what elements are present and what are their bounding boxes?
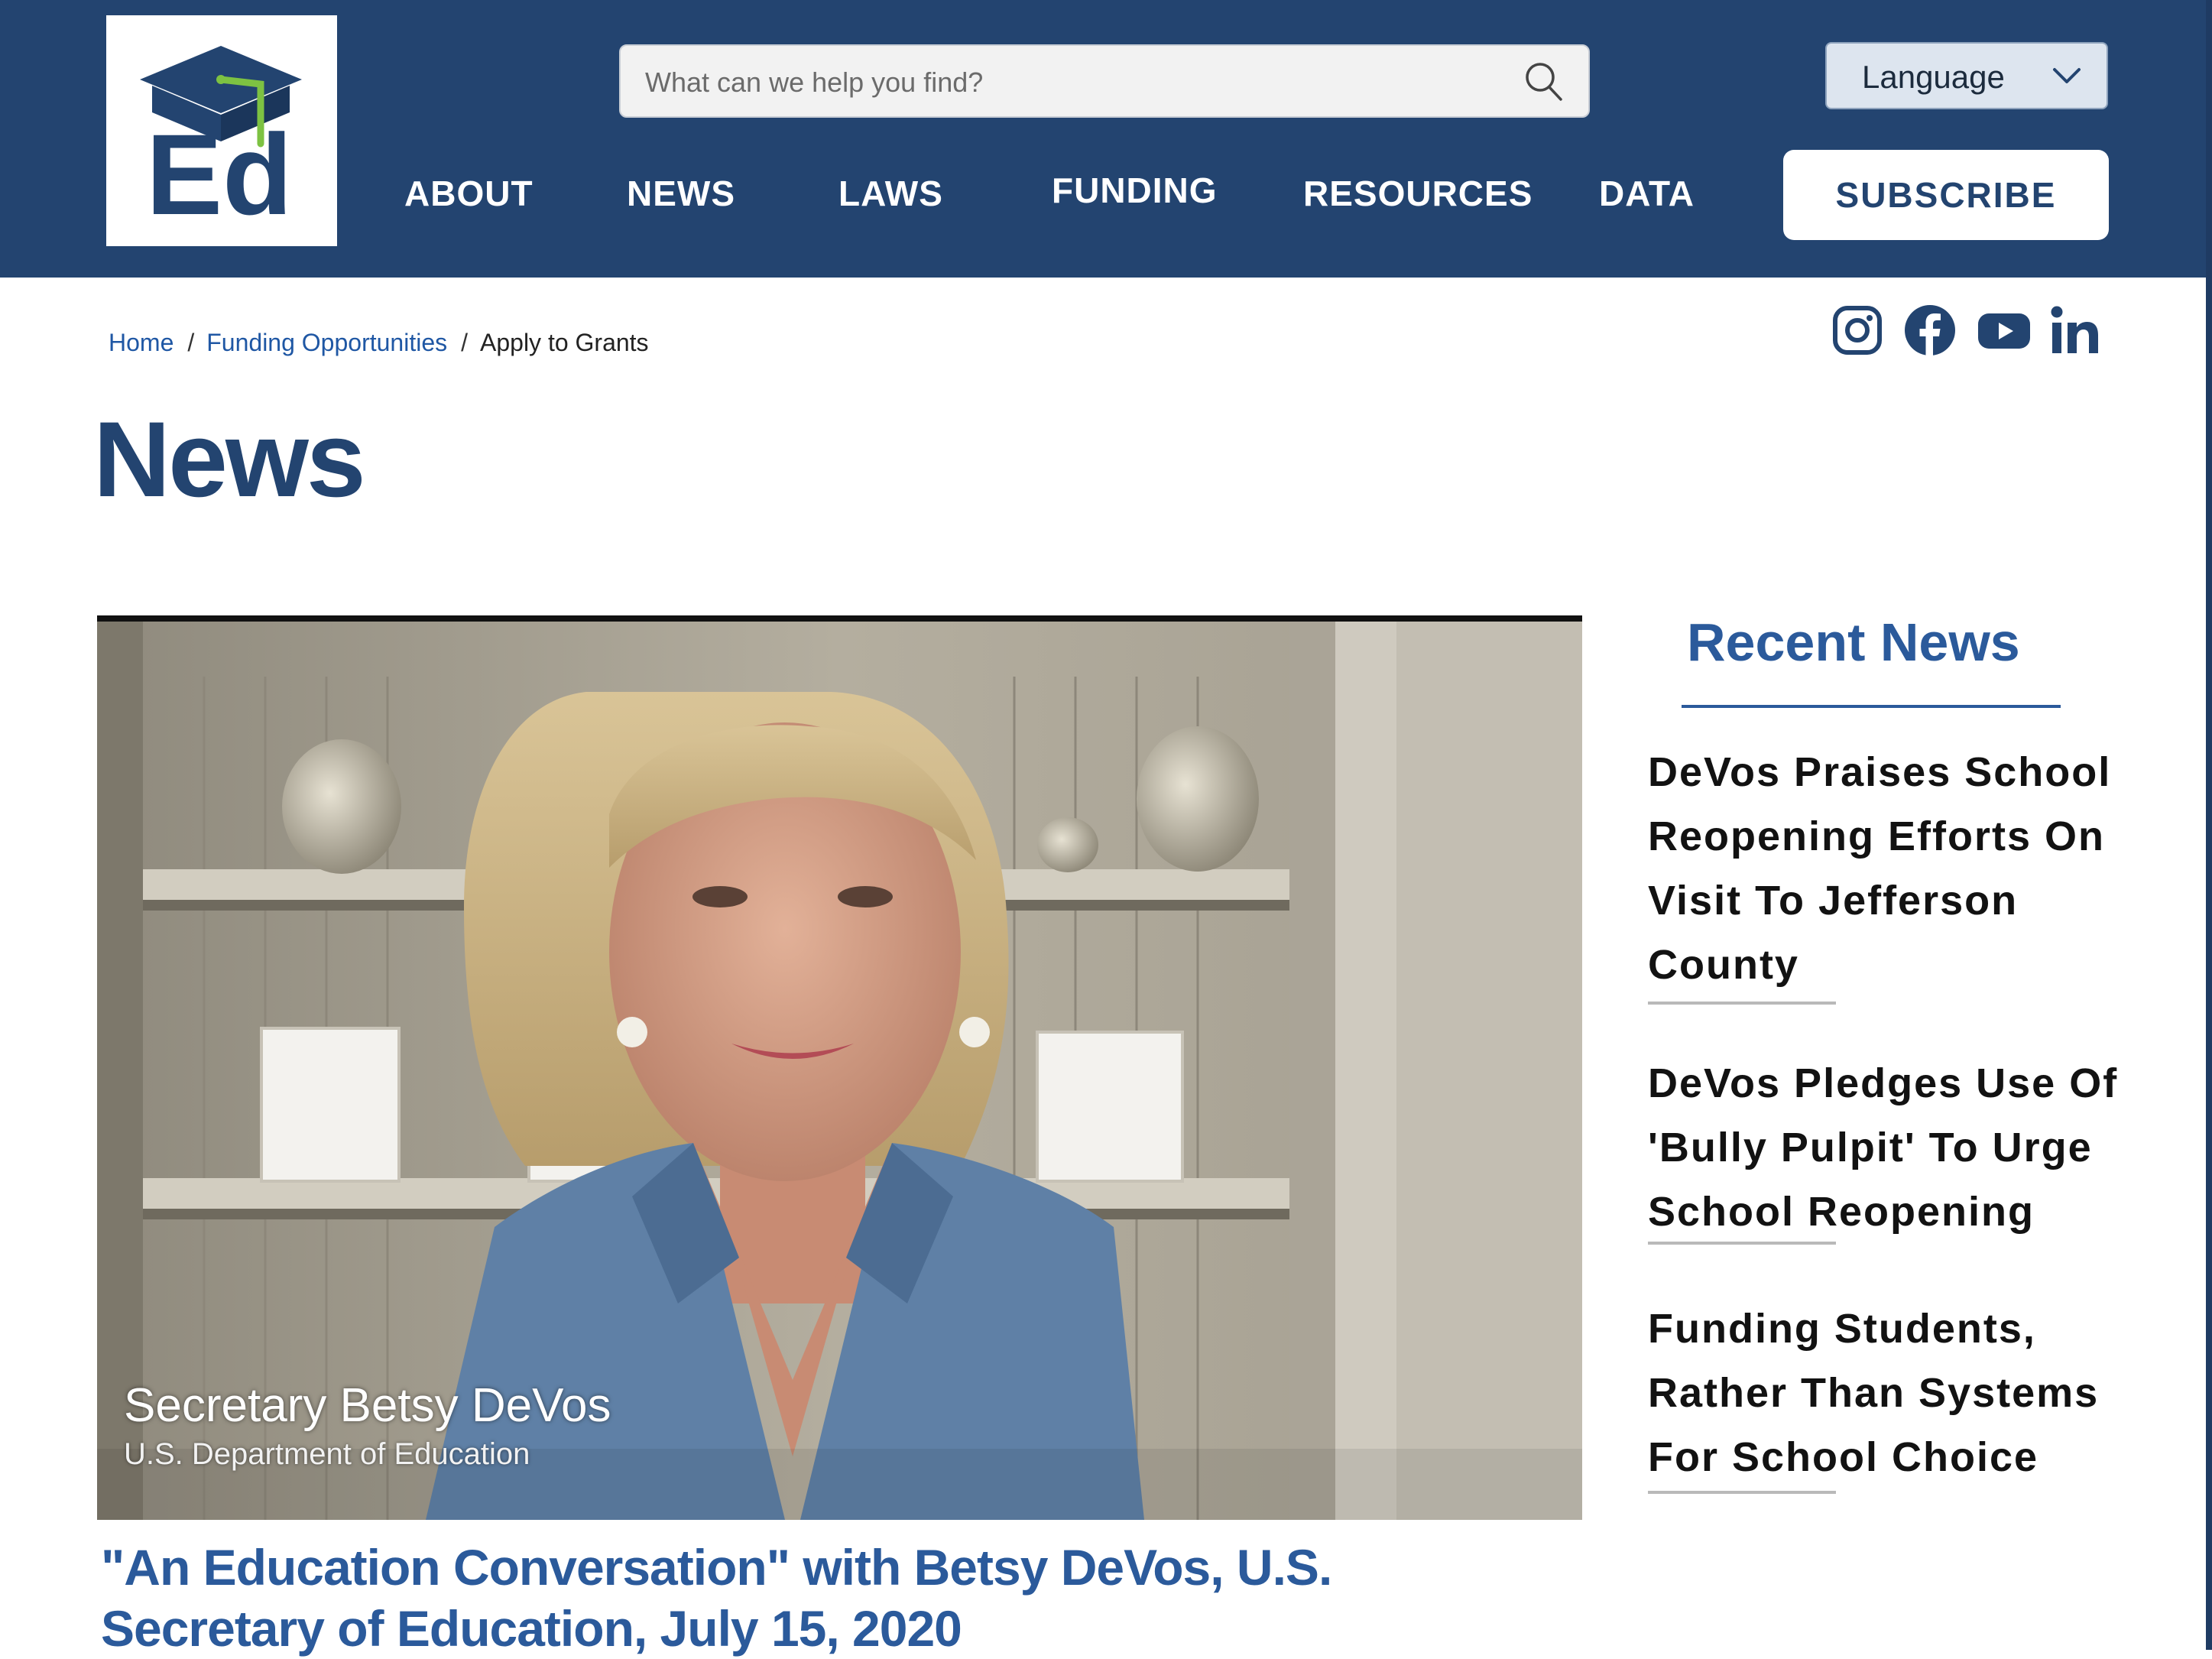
breadcrumb-current: Apply to Grants [480,329,649,356]
breadcrumb-separator: / [187,329,195,356]
subscribe-button[interactable]: SUBSCRIBE [1783,150,2109,240]
heading-underline [1682,705,2061,708]
news-item-divider [1648,1242,1836,1245]
news-item-divider [1648,1002,1836,1005]
chevron-down-icon [2053,68,2081,83]
recent-news-item[interactable]: Funding Students, Rather Than Systems Fo… [1648,1297,2152,1489]
language-label: Language [1862,59,2005,95]
search-icon[interactable] [1521,58,1567,104]
language-select[interactable]: Language [1825,42,2108,109]
logo-text: Ed [146,110,293,239]
search-input[interactable] [644,63,1503,102]
instagram-icon[interactable] [1831,304,1883,356]
linkedin-icon[interactable] [2049,304,2101,356]
breadcrumb-funding-opportunities[interactable]: Funding Opportunities [206,329,447,356]
nav-laws[interactable]: LAWS [838,173,943,214]
nav-news[interactable]: NEWS [627,173,735,214]
video-caption-name: Secretary Betsy DeVos [124,1379,611,1432]
nav-data[interactable]: DATA [1599,173,1695,214]
news-item-divider [1648,1491,1836,1494]
breadcrumb: Home / Funding Opportunities / Apply to Gran… [109,329,649,357]
page-edge [2206,0,2212,1650]
breadcrumb-home[interactable]: Home [109,329,174,356]
video-caption-org: U.S. Department of Education [124,1437,530,1471]
search-box [619,44,1590,118]
logo-mark: Ed [140,46,302,239]
nav-about[interactable]: ABOUT [404,173,534,214]
video-player[interactable]: Secretary Betsy DeVos U.S. Department of… [97,615,1582,1520]
nav-funding[interactable]: FUNDING [1052,170,1218,211]
breadcrumb-separator: / [461,329,468,356]
youtube-icon[interactable] [1977,304,2032,356]
site-header: Ed Language ABOUT NEWS LAWS FUNDING RESO… [0,0,2206,278]
recent-news-item[interactable]: DeVos Pledges Use Of 'Bully Pulpit' To U… [1648,1051,2152,1244]
nav-resources[interactable]: RESOURCES [1303,173,1533,214]
article-title-link[interactable]: "An Education Conversation" with Betsy D… [101,1537,1553,1659]
page-title: News [93,399,366,519]
recent-news-item[interactable]: DeVos Praises School Reopening Efforts O… [1648,740,2152,997]
recent-news-heading: Recent News [1687,612,2020,672]
ed-logo[interactable]: Ed [106,15,337,246]
facebook-icon[interactable] [1904,304,1956,356]
